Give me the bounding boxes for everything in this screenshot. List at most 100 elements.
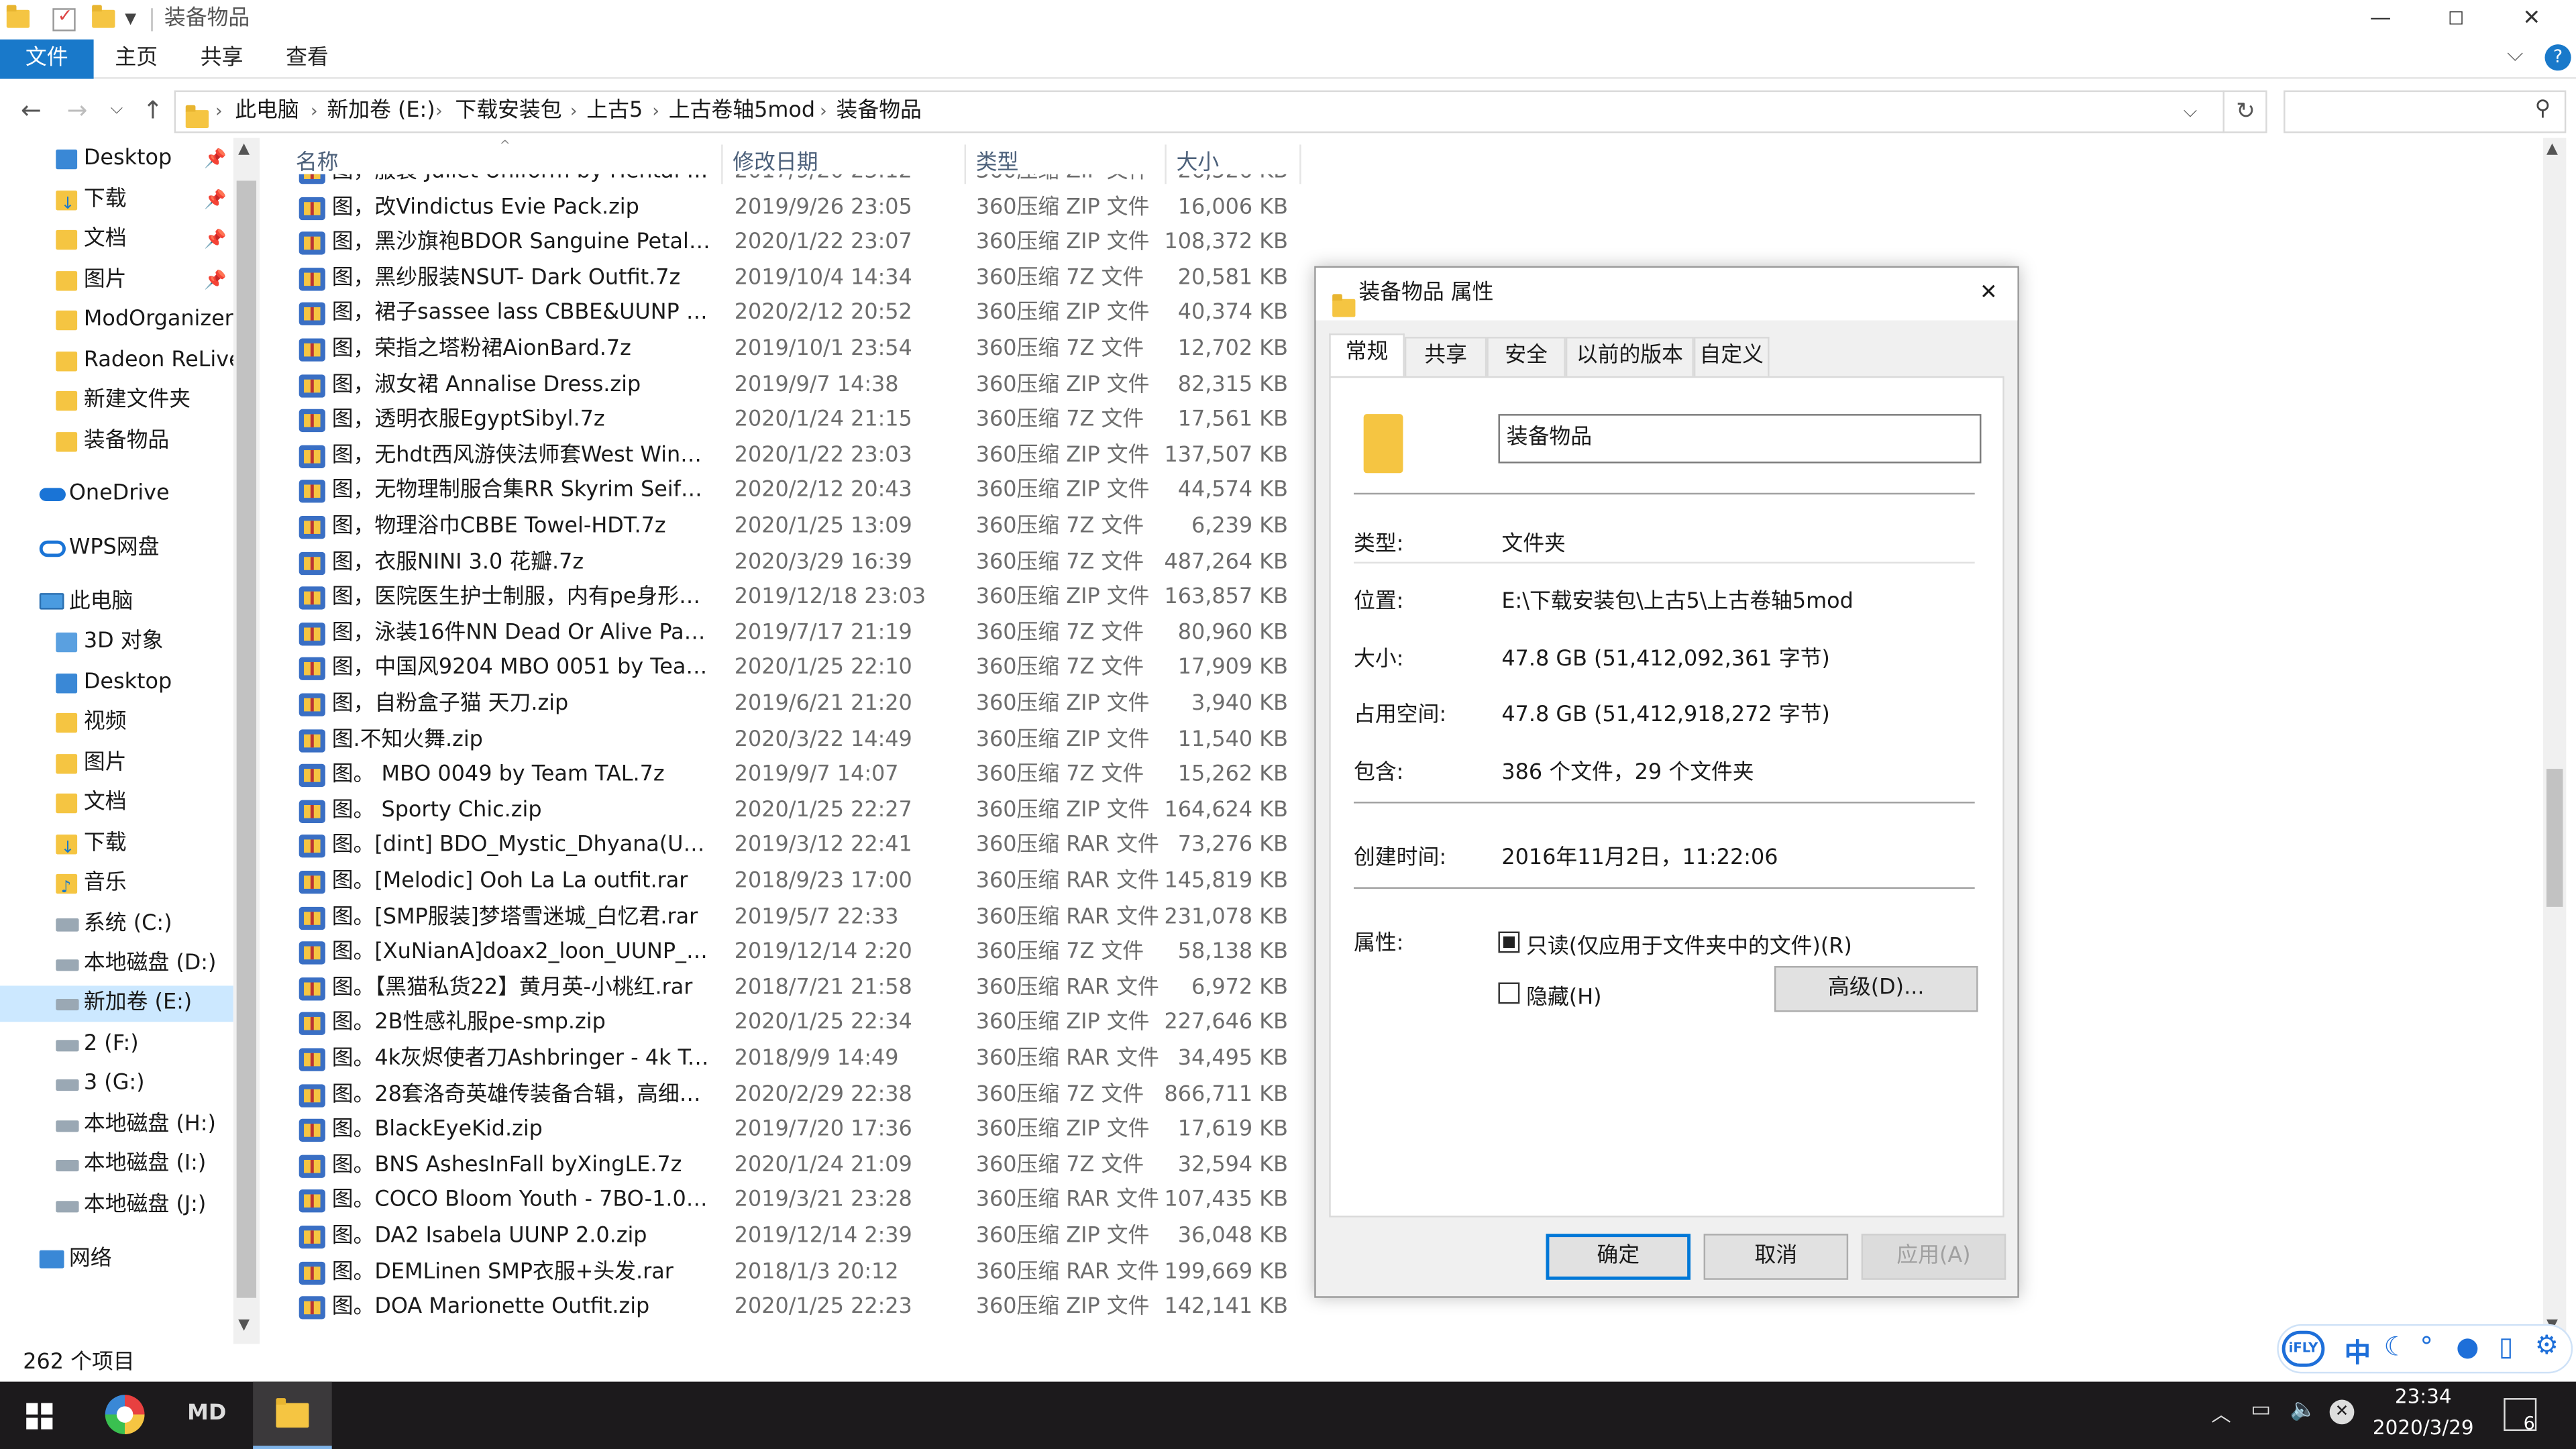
- tab-customize[interactable]: 自定义: [1693, 337, 1770, 376]
- nav-item[interactable]: 装备物品: [0, 424, 233, 460]
- table-row[interactable]: 图。[dint] BDO_Mystic_Dhyana(UUNP... 2019/3…: [292, 828, 1311, 864]
- customize-qat-icon[interactable]: ▼: [125, 0, 148, 28]
- table-row[interactable]: 图。28套洛奇英雄传装备合辑，高细节... 2020/2/29 22:38 360压…: [292, 1077, 1311, 1113]
- nav-item[interactable]: 本地磁盘 (H:): [0, 1108, 233, 1144]
- tab-sharing[interactable]: 共享: [1404, 337, 1487, 376]
- table-row[interactable]: 图.不知火舞.zip 2020/3/22 14:49 360压缩 ZIP 文件 11,…: [292, 722, 1311, 758]
- apply-button[interactable]: 应用(A): [1861, 1234, 2006, 1280]
- ifly-logo[interactable]: iFLY: [2282, 1330, 2325, 1367]
- nav-scroll-thumb[interactable]: [236, 180, 257, 1298]
- table-row[interactable]: 图。2B性感礼服pe-smp.zip 2020/1/25 22:34 360压缩 Z…: [292, 1006, 1311, 1042]
- address-bar[interactable]: › 此电脑 › 新加卷 (E:) › 下载安装包 › 上古5 › 上古卷轴5mo…: [174, 90, 2267, 133]
- forward-button[interactable]: →: [59, 92, 95, 128]
- back-button[interactable]: ←: [13, 92, 50, 128]
- punctuation-icon[interactable]: °: [2420, 1331, 2433, 1362]
- table-row[interactable]: 图。[Melodic] Ooh La La outfit.rar 2018/9/2…: [292, 864, 1311, 900]
- address-dropdown-icon[interactable]: ⌵: [2184, 92, 2197, 131]
- table-row[interactable]: 图。BlackEyeKid.zip 2019/7/20 17:36 360压缩 ZI…: [292, 1112, 1311, 1148]
- nav-item[interactable]: 图片 📌: [0, 263, 233, 299]
- table-row[interactable]: 图，荣指之塔粉裙AionBard.7z 2019/10/1 23:54 360压缩 …: [292, 332, 1311, 368]
- nav-item[interactable]: 本地磁盘 (D:): [0, 947, 233, 983]
- tab-view[interactable]: 查看: [276, 40, 338, 79]
- tab-previous-versions[interactable]: 以前的版本: [1565, 337, 1694, 376]
- table-row[interactable]: 图，服装-Juliet Uniform by Hentai (制... 2017/…: [292, 174, 1311, 190]
- ime-status-icon[interactable]: ✕: [2329, 1399, 2355, 1425]
- breadcrumb-downloads[interactable]: 下载安装包: [455, 92, 561, 131]
- nav-item[interactable]: Radeon ReLive: [0, 343, 242, 380]
- breadcrumb-current[interactable]: 装备物品: [837, 92, 922, 131]
- chevron-right-icon[interactable]: ›: [570, 92, 578, 131]
- tab-share[interactable]: 共享: [191, 40, 253, 79]
- taskbar-app-browser[interactable]: [85, 1382, 164, 1449]
- search-icon[interactable]: ⚲: [2535, 97, 2551, 121]
- pin-icon[interactable]: 📌: [204, 222, 227, 258]
- nav-item[interactable]: 3D 对象: [0, 625, 233, 661]
- recent-locations-button[interactable]: ⌵: [99, 92, 135, 128]
- table-row[interactable]: 图，衣服NINI 3.0 花瓣.7z 2020/3/29 16:39 360压缩 7…: [292, 545, 1311, 580]
- scroll-up-icon[interactable]: ▲: [238, 142, 250, 158]
- refresh-icon[interactable]: ↻: [2236, 92, 2255, 131]
- breadcrumb-this-pc[interactable]: 此电脑: [235, 92, 299, 131]
- table-row[interactable]: 图。DEMLinen SMP衣服+头发.rar 2018/1/3 20:12 360…: [292, 1254, 1311, 1290]
- nav-scrollbar[interactable]: ▲ ▼: [233, 138, 260, 1344]
- nav-item[interactable]: ♪ 音乐: [0, 866, 233, 902]
- table-row[interactable]: 图。 Sporty Chic.zip 2020/1/25 22:27 360压缩 Z…: [292, 793, 1311, 828]
- folder-name-input[interactable]: 装备物品: [1498, 414, 1982, 464]
- close-button[interactable]: ✕: [2494, 0, 2570, 40]
- chevron-right-icon[interactable]: ›: [215, 92, 223, 131]
- tab-security[interactable]: 安全: [1487, 337, 1566, 376]
- nav-item[interactable]: 3 (G:): [0, 1066, 233, 1102]
- nav-item[interactable]: 系统 (C:): [0, 907, 233, 943]
- chevron-right-icon[interactable]: ›: [820, 92, 827, 131]
- microphone-icon[interactable]: ●: [2456, 1331, 2479, 1362]
- pin-icon[interactable]: 📌: [204, 142, 227, 178]
- table-row[interactable]: 图。 MBO 0049 by Team TAL.7z 2019/9/7 14:07…: [292, 757, 1311, 793]
- nav-item[interactable]: ↓ 下载 📌: [0, 182, 233, 219]
- table-row[interactable]: 图。4k灰烬使者刀Ashbringer - 4k Text... 2018/9/9…: [292, 1042, 1311, 1077]
- table-row[interactable]: 图，无hdt西风游侠法师套West Wind M... 2020/1/22 23:…: [292, 438, 1311, 474]
- table-row[interactable]: 图，裙子sassee lass CBBE&UUNP HDT... 2020/2/1…: [292, 297, 1311, 332]
- table-row[interactable]: 图，淑女裙 Annalise Dress.zip 2019/9/7 14:38 36…: [292, 368, 1311, 403]
- scroll-down-icon[interactable]: ▼: [238, 1318, 250, 1334]
- list-scroll-thumb[interactable]: [2546, 769, 2563, 907]
- nav-item[interactable]: 文档 📌: [0, 222, 233, 258]
- table-row[interactable]: 图。BNS AshesInFall byXingLE.7z 2020/1/24 2…: [292, 1148, 1311, 1183]
- properties-quick-icon[interactable]: ✓: [52, 5, 76, 32]
- pin-icon[interactable]: 📌: [204, 263, 227, 299]
- nav-item[interactable]: 本地磁盘 (I:): [0, 1146, 233, 1183]
- readonly-checkbox[interactable]: [1498, 931, 1520, 953]
- nav-item[interactable]: Desktop 📌: [0, 142, 233, 178]
- ime-mode-toggle[interactable]: 中: [2345, 1331, 2371, 1371]
- table-row[interactable]: 图，黑纱服装NSUT- Dark Outfit.7z 2019/10/4 14:3…: [292, 261, 1311, 297]
- table-row[interactable]: 图，自粉盒子猫 天刀.zip 2019/6/21 21:20 360压缩 ZIP 文…: [292, 687, 1311, 722]
- table-row[interactable]: 图，中国风9204 MBO 0051 by Team T... 2020/1/25…: [292, 651, 1311, 687]
- moon-icon[interactable]: ☾: [2383, 1331, 2407, 1362]
- clock-date[interactable]: 2020/3/29: [2366, 1416, 2481, 1439]
- table-row[interactable]: 图，无物理制服合集RR Skyrim Seifuku ... 2020/2/12 …: [292, 474, 1311, 509]
- cancel-button[interactable]: 取消: [1703, 1234, 1849, 1280]
- table-row[interactable]: 图，改Vindictus Evie Pack.zip 2019/9/26 23:0…: [292, 190, 1311, 225]
- ime-settings-icon[interactable]: ⚙: [2535, 1329, 2559, 1360]
- pin-icon[interactable]: 📌: [204, 182, 227, 219]
- table-row[interactable]: 图。【黑猫私货22】黄月英-小桃红.rar 2018/7/21 21:58 360压…: [292, 971, 1311, 1006]
- table-row[interactable]: 图。DOA Marionette Outfit.zip 2020/1/25 22:…: [292, 1290, 1311, 1326]
- nav-item[interactable]: ↓ 下载: [0, 826, 233, 863]
- up-button[interactable]: ↑: [135, 92, 171, 128]
- breadcrumb-drive-e[interactable]: 新加卷 (E:): [327, 92, 435, 131]
- help-icon[interactable]: ?: [2544, 44, 2571, 71]
- dialog-close-icon[interactable]: ✕: [1980, 268, 1998, 320]
- tab-home[interactable]: 主页: [105, 40, 168, 79]
- volume-icon[interactable]: 🔈: [2290, 1398, 2317, 1423]
- start-button[interactable]: [0, 1382, 79, 1449]
- ribbon-expand-icon[interactable]: ⌵: [2507, 43, 2523, 68]
- table-row[interactable]: 图，医院医生护士制服，内有pe身形补... 2019/12/18 23:03 360…: [292, 580, 1311, 616]
- nav-item[interactable]: 文档: [0, 786, 233, 822]
- list-scrollbar[interactable]: ▲ ▼: [2543, 138, 2567, 1354]
- breadcrumb-gu5[interactable]: 上古5: [586, 92, 643, 131]
- nav-item[interactable]: 图片: [0, 746, 233, 782]
- clock-time[interactable]: 23:34: [2382, 1385, 2464, 1408]
- table-row[interactable]: 图。[SMP服装]梦塔雪迷城_白忆君.rar 2019/5/7 22:33 360压…: [292, 900, 1311, 935]
- scroll-up-icon[interactable]: ▲: [2546, 142, 2558, 158]
- tab-general[interactable]: 常规: [1329, 333, 1405, 378]
- nav-item[interactable]: 新加卷 (E:): [0, 985, 233, 1022]
